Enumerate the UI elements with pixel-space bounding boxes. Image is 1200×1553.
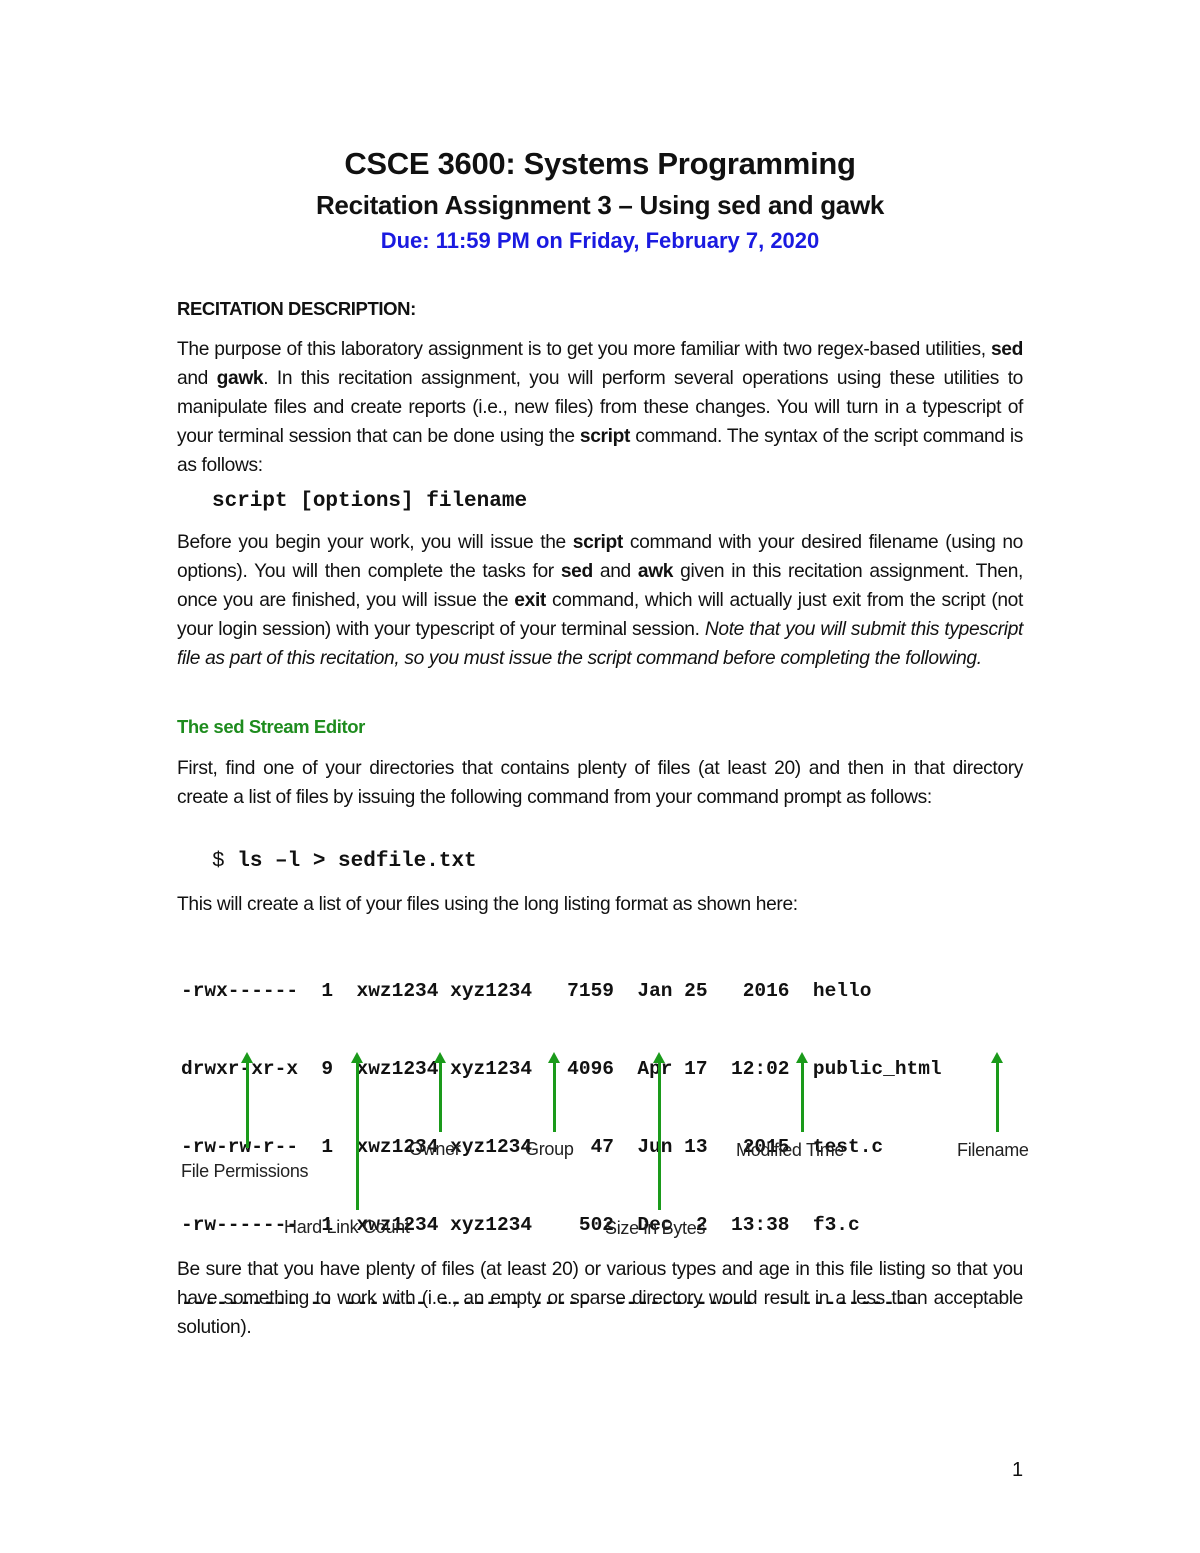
sed-intro-paragraph: First, find one of your directories that… (177, 758, 1023, 808)
listing-intro: This will create a list of your files us… (177, 894, 798, 915)
sed-section-heading: The sed Stream Editor (177, 716, 365, 737)
arrow-up-icon (796, 1052, 808, 1132)
listing-row: drwxr-xr-x 9 xwz1234 xyz1234 4096 Apr 17… (181, 1058, 942, 1080)
label-modified-time: Modified Time (736, 1140, 845, 1160)
page-number: 1 (1012, 1459, 1024, 1481)
arrow-up-icon (351, 1052, 363, 1210)
gawk-keyword: gawk (216, 367, 264, 389)
label-file-permissions: File Permissions (181, 1161, 309, 1181)
listing-row: -rwx------ 1 xwz1234 xyz1234 7159 Jan 25… (181, 980, 872, 1002)
script-keyword: script (579, 425, 631, 447)
assignment-title: Recitation Assignment 3 – Using sed and … (315, 190, 885, 220)
arrow-up-icon (434, 1052, 446, 1132)
arrow-up-icon (548, 1052, 560, 1132)
label-filename: Filename (957, 1140, 1029, 1160)
before-paragraph: Before you begin your work, you will iss… (177, 532, 1024, 669)
closing-paragraph: Be sure that you have plenty of files (a… (177, 1259, 1023, 1338)
label-size: Size in Bytes (605, 1218, 706, 1238)
script-syntax: script [options] filename (212, 490, 528, 513)
course-title: CSCE 3600: Systems Programming (344, 146, 856, 181)
label-owner: Owner (409, 1139, 461, 1159)
arrow-up-icon (991, 1052, 1003, 1132)
label-hard-link-count: Hard Link Count (284, 1217, 410, 1237)
ls-command: $ ls –l > sedfile.txt (212, 850, 477, 873)
section-heading: RECITATION DESCRIPTION: (177, 298, 416, 319)
label-group: Group (525, 1139, 574, 1159)
sed-keyword: sed (990, 339, 1023, 360)
intro-paragraph: The purpose of this laboratory assignmen… (177, 339, 1024, 476)
due-date: Due: 11:59 PM on Friday, February 7, 202… (380, 228, 820, 253)
arrow-up-icon (653, 1052, 665, 1210)
arrow-up-icon (241, 1052, 253, 1148)
